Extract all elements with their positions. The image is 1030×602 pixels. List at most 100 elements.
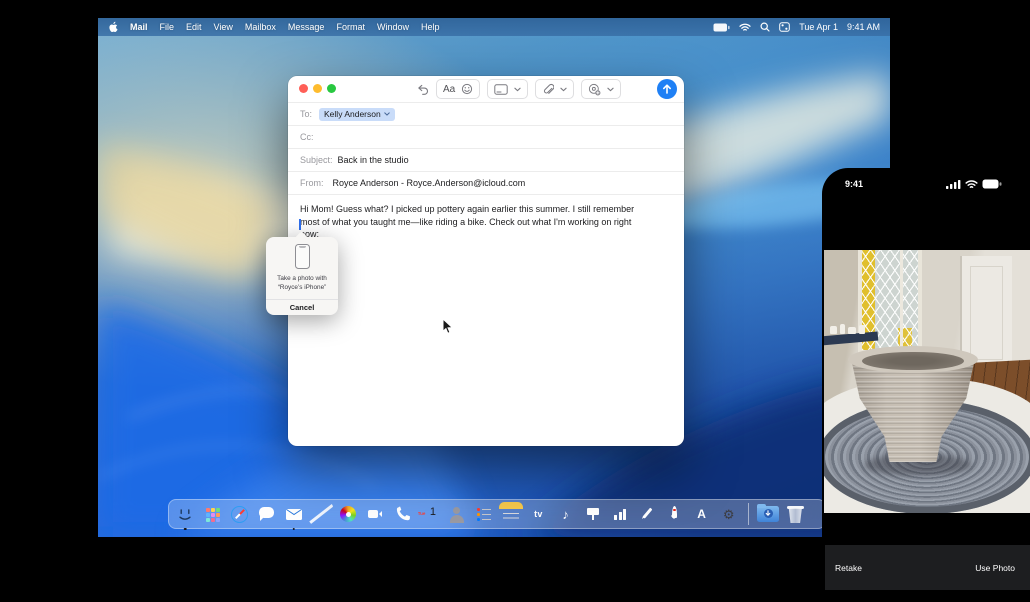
undo-button[interactable] bbox=[416, 83, 429, 96]
control-center-icon[interactable] bbox=[779, 22, 790, 32]
dock-icon-safari[interactable] bbox=[227, 502, 251, 526]
text-cursor bbox=[299, 219, 301, 230]
dock-icon-finder[interactable] bbox=[173, 502, 197, 526]
paperclip-icon bbox=[542, 83, 554, 96]
message-text: Hi Mom! Guess what? I picked up pottery … bbox=[300, 204, 634, 239]
apple-logo-icon bbox=[108, 21, 118, 33]
compose-titlebar[interactable]: Aa bbox=[288, 76, 684, 103]
battery-icon bbox=[982, 179, 1002, 189]
dock-icon-app-store[interactable]: A bbox=[690, 502, 714, 526]
dock-icon-mail[interactable] bbox=[282, 502, 306, 526]
send-up-arrow-icon bbox=[661, 83, 673, 95]
menu-bar: Mail File Edit View Mailbox Message Form… bbox=[98, 18, 890, 36]
tv-label: tv bbox=[526, 502, 550, 526]
menu-file[interactable]: File bbox=[160, 22, 175, 32]
menu-message[interactable]: Message bbox=[288, 22, 325, 32]
photo-browser-icon bbox=[494, 84, 508, 95]
popover-text-line1: Take a photo with bbox=[269, 274, 335, 283]
from-value: Royce Anderson - Royce.Anderson@icloud.c… bbox=[333, 178, 526, 188]
download-arrow-icon bbox=[765, 510, 771, 517]
continuity-camera-popover: Take a photo with “Royce’s iPhone” Cance… bbox=[266, 231, 338, 315]
search-icon[interactable] bbox=[760, 22, 770, 32]
to-field[interactable]: To: Kelly Anderson bbox=[288, 103, 684, 126]
camera-action-bar: Retake Use Photo bbox=[825, 545, 1030, 590]
pottery-pieces bbox=[828, 324, 868, 334]
menu-format[interactable]: Format bbox=[336, 22, 365, 32]
wifi-icon bbox=[965, 180, 978, 189]
battery-icon[interactable] bbox=[713, 23, 730, 32]
popover-text-line2: “Royce’s iPhone” bbox=[269, 283, 335, 292]
to-label: To: bbox=[300, 109, 312, 119]
camera-viewfinder bbox=[824, 250, 1030, 513]
close-button[interactable] bbox=[299, 84, 308, 93]
menu-mailbox[interactable]: Mailbox bbox=[245, 22, 276, 32]
send-button[interactable] bbox=[657, 79, 677, 99]
wifi-icon[interactable] bbox=[739, 23, 751, 32]
menu-app-mail[interactable]: Mail bbox=[130, 22, 148, 32]
menu-bar-time[interactable]: 9:41 AM bbox=[847, 22, 880, 32]
dock-icon-system-settings[interactable]: ⚙ bbox=[717, 502, 741, 526]
dock-icon-numbers[interactable] bbox=[608, 502, 632, 526]
dock-icon-maps[interactable] bbox=[309, 502, 333, 526]
menu-view[interactable]: View bbox=[214, 22, 233, 32]
dock-icon-reminders[interactable] bbox=[472, 502, 496, 526]
chevron-down-icon bbox=[560, 87, 567, 92]
menu-edit[interactable]: Edit bbox=[186, 22, 202, 32]
camera-insert-icon bbox=[588, 83, 601, 96]
from-label: From: bbox=[300, 178, 324, 188]
dock-icon-phone[interactable] bbox=[391, 502, 415, 526]
calendar-day: 1 bbox=[430, 506, 436, 518]
minimize-button[interactable] bbox=[313, 84, 322, 93]
dock-icon-rocket[interactable] bbox=[662, 502, 686, 526]
cc-field[interactable]: Cc: bbox=[288, 126, 684, 149]
undo-icon bbox=[416, 83, 429, 96]
cc-label: Cc: bbox=[300, 132, 314, 142]
chevron-down-icon bbox=[607, 87, 614, 92]
zoom-button[interactable] bbox=[327, 84, 336, 93]
dock-icon-downloads[interactable] bbox=[756, 502, 780, 526]
dock-icon-keynote[interactable] bbox=[581, 502, 605, 526]
dock-icon-notes[interactable] bbox=[499, 502, 523, 526]
photo-browser-button[interactable] bbox=[487, 79, 528, 99]
dock-icon-pages[interactable] bbox=[635, 502, 659, 526]
dock-icon-music[interactable]: ♪ bbox=[554, 502, 578, 526]
dock-icon-tv[interactable]: tv bbox=[526, 502, 550, 526]
iphone-status-bar: 9:41 bbox=[822, 179, 1030, 189]
menu-help[interactable]: Help bbox=[421, 22, 440, 32]
dock-icon-facetime[interactable] bbox=[363, 502, 387, 526]
mouse-cursor bbox=[442, 318, 454, 335]
dock-icon-calendar[interactable]: Tue 1 bbox=[418, 502, 442, 526]
iphone-icon bbox=[295, 244, 310, 269]
dock-icon-photos[interactable] bbox=[336, 502, 360, 526]
mac-desktop: Mail File Edit View Mailbox Message Form… bbox=[98, 18, 890, 537]
emoji-button[interactable] bbox=[461, 83, 473, 95]
chevron-down-icon bbox=[514, 87, 521, 92]
menu-bar-date[interactable]: Tue Apr 1 bbox=[799, 22, 838, 32]
music-note-icon: ♪ bbox=[554, 502, 578, 526]
calendar-weekday: Tue bbox=[418, 511, 426, 516]
recipient-chip[interactable]: Kelly Anderson bbox=[319, 108, 395, 121]
chevron-down-icon bbox=[384, 112, 390, 116]
format-button[interactable]: Aa bbox=[443, 84, 455, 95]
apple-menu[interactable] bbox=[108, 21, 118, 33]
cancel-button[interactable]: Cancel bbox=[266, 300, 338, 315]
from-field[interactable]: From: Royce Anderson - Royce.Anderson@ic… bbox=[288, 172, 684, 195]
message-body[interactable]: Hi Mom! Guess what? I picked up pottery … bbox=[288, 195, 660, 249]
dock-icon-launchpad[interactable] bbox=[200, 502, 224, 526]
insert-from-iphone-button[interactable] bbox=[581, 79, 621, 99]
cellular-signal-icon bbox=[946, 180, 961, 189]
subject-field[interactable]: Subject: Back in the studio bbox=[288, 149, 684, 172]
use-photo-button[interactable]: Use Photo bbox=[975, 563, 1021, 573]
subject-value: Back in the studio bbox=[338, 155, 409, 165]
dock-icon-trash[interactable] bbox=[783, 502, 807, 526]
retake-button[interactable]: Retake bbox=[835, 563, 862, 573]
iphone-screen: 9:41 bbox=[822, 168, 1030, 599]
dock-icon-contacts[interactable] bbox=[445, 502, 469, 526]
app-store-letter: A bbox=[690, 502, 714, 526]
menu-window[interactable]: Window bbox=[377, 22, 409, 32]
subject-label: Subject: bbox=[300, 155, 333, 165]
dock-icon-messages[interactable] bbox=[255, 502, 279, 526]
mail-compose-window: Aa bbox=[288, 76, 684, 446]
recipient-name: Kelly Anderson bbox=[324, 109, 381, 119]
attach-button[interactable] bbox=[535, 79, 574, 99]
